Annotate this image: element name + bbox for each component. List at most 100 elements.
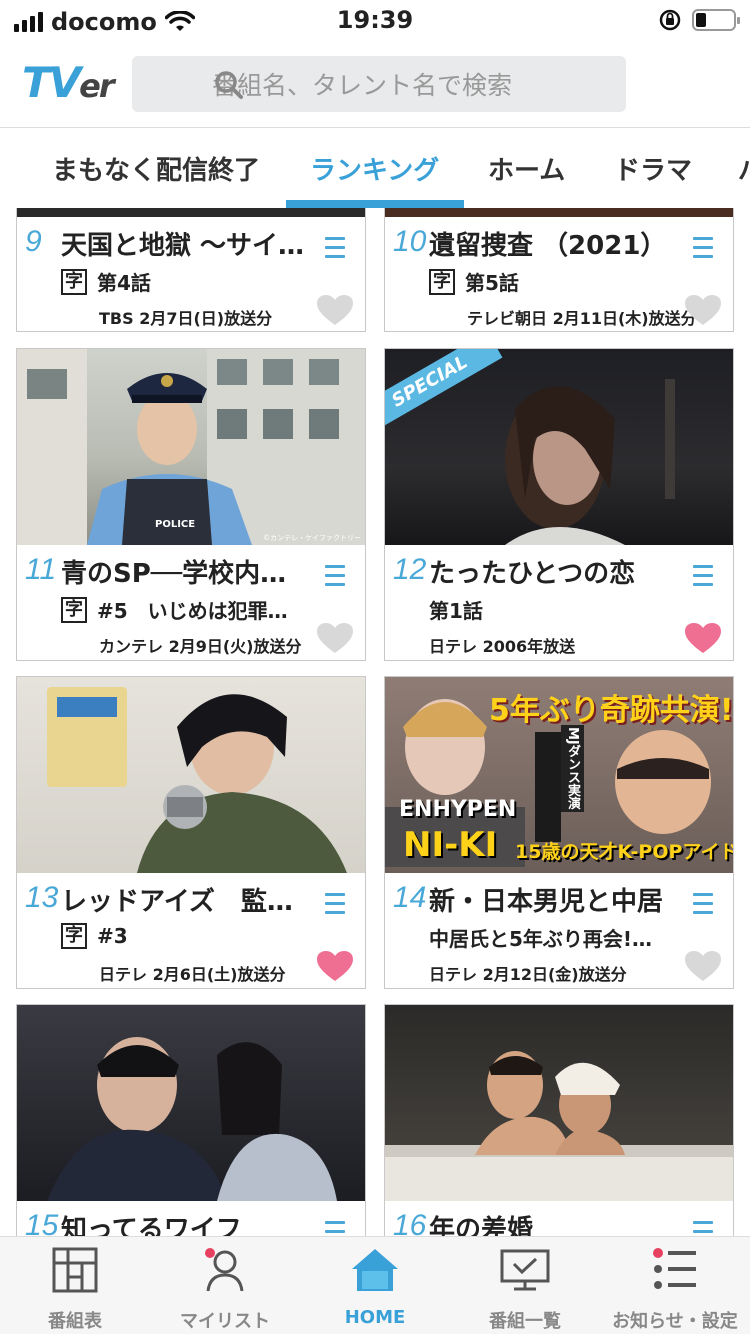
rank-number: 12	[393, 553, 427, 586]
tver-logo[interactable]: TVer	[22, 58, 115, 107]
program-info: 9 天国と地獄 〜サイ… 字第4話 TBS 2月7日(日)放送分	[17, 217, 365, 333]
menu-icon[interactable]	[693, 237, 713, 264]
program-thumbnail[interactable]	[385, 1005, 733, 1201]
tab-drama[interactable]: ドラマ	[614, 150, 692, 187]
program-thumbnail[interactable]: 5年ぶり奇跡共演! ENHYPEN NI-KI 15歳の天才K-POPアイドル …	[385, 677, 733, 873]
program-thumbnail[interactable]	[17, 1005, 365, 1201]
list-icon	[653, 1248, 696, 1289]
rank-number: 11	[25, 553, 57, 586]
menu-icon[interactable]	[325, 565, 345, 592]
thumb-caption: 15歳の天才K-POPアイドル	[515, 841, 733, 863]
home-icon	[352, 1249, 398, 1291]
thumb-artist-name: NI-KI	[403, 825, 498, 865]
tab-home[interactable]: ホーム	[488, 150, 565, 187]
favorite-heart-icon[interactable]	[317, 623, 353, 655]
tab-notifications-settings[interactable]: お知らせ・設定	[600, 1237, 750, 1335]
battery-icon	[692, 9, 740, 31]
category-tabs: まもなく配信終了 ランキング ホーム ドラマ バ	[0, 128, 750, 208]
thumb-group-name: ENHYPEN	[399, 797, 517, 822]
favorite-heart-icon[interactable]	[685, 623, 721, 655]
program-title[interactable]: たったひとつの恋	[429, 553, 689, 590]
thumb-headline: 5年ぶり奇跡共演!	[489, 693, 733, 728]
favorite-heart-icon[interactable]	[317, 951, 353, 983]
favorite-heart-icon[interactable]	[317, 295, 353, 327]
program-title[interactable]: 青のSP──学校内…	[61, 553, 311, 590]
episode-label: #3	[97, 924, 128, 948]
thumb-police-label: POLICE	[155, 519, 196, 530]
tab-ranking[interactable]: ランキング	[310, 150, 439, 187]
favorite-heart-icon[interactable]	[685, 951, 721, 983]
rank-number: 10	[393, 225, 427, 258]
program-card[interactable]: 10 遺留捜査 （2021） 字第5話 テレビ朝日 2月11日(木)放送分	[384, 208, 734, 332]
bottom-tab-bar: 番組表 マイリスト HOME 番組一覧 お知らせ・設定	[0, 1236, 750, 1334]
program-card[interactable]: 15 知ってるワイフ	[16, 1004, 366, 1236]
tab-variety[interactable]: バ	[738, 150, 750, 187]
program-info: 10 遺留捜査 （2021） 字第5話 テレビ朝日 2月11日(木)放送分	[385, 217, 733, 333]
episode-label: 中居氏と5年ぶり再会!…	[429, 927, 653, 951]
program-title[interactable]: 知ってるワイフ	[61, 1209, 311, 1236]
broadcast-info: カンテレ 2月9日(火)放送分	[99, 637, 302, 656]
subtitle-badge: 字	[61, 923, 87, 949]
menu-icon[interactable]	[693, 893, 713, 920]
program-info: 16 年の差婚	[385, 1201, 733, 1236]
tab-program-guide[interactable]: 番組表	[0, 1237, 150, 1335]
program-info: 14 新・日本男児と中居 中居氏と5年ぶり再会!… 日テレ 2月12日(金)放送…	[385, 873, 733, 989]
menu-icon[interactable]	[325, 237, 345, 264]
program-card[interactable]: 9 天国と地獄 〜サイ… 字第4話 TBS 2月7日(日)放送分	[16, 208, 366, 332]
program-thumbnail[interactable]	[385, 208, 733, 217]
menu-icon[interactable]	[325, 893, 345, 920]
program-title[interactable]: 遺留捜査 （2021）	[429, 225, 689, 262]
menu-icon[interactable]	[325, 1221, 345, 1236]
program-card[interactable]: 5年ぶり奇跡共演! ENHYPEN NI-KI 15歳の天才K-POPアイドル …	[384, 676, 734, 989]
program-thumbnail[interactable]	[17, 677, 365, 873]
tab-ending-soon[interactable]: まもなく配信終了	[52, 150, 260, 187]
rank-number: 9	[25, 225, 42, 258]
rank-number: 14	[393, 881, 427, 914]
program-title[interactable]: 天国と地獄 〜サイ…	[61, 225, 311, 262]
episode-label: #5 いじめは犯罪…	[97, 599, 288, 623]
active-tab-indicator	[286, 200, 464, 208]
broadcast-info: 日テレ 2月6日(土)放送分	[99, 965, 286, 984]
program-thumbnail[interactable]: POLICE ©カンテレ・ケイファクトリー	[17, 349, 365, 545]
episode-label: 第4話	[97, 271, 151, 295]
tab-label: HOME	[344, 1307, 406, 1328]
program-card[interactable]: POLICE ©カンテレ・ケイファクトリー 11 青のSP──学校内… 字 #5 …	[16, 348, 366, 661]
tab-label: 番組表	[48, 1311, 102, 1332]
ranking-feed[interactable]: 9 天国と地獄 〜サイ… 字第4話 TBS 2月7日(日)放送分 10 遺留捜査…	[0, 208, 750, 1236]
program-card[interactable]: SPECIAL 12 たったひとつの恋 第1話 日テレ 2006年放送	[384, 348, 734, 661]
tab-home-bottom[interactable]: HOME	[300, 1237, 450, 1335]
orientation-lock-icon	[659, 9, 681, 31]
thumb-tag: MJダンス実演	[561, 725, 584, 812]
program-info: 15 知ってるワイフ	[17, 1201, 365, 1236]
program-info: 11 青のSP──学校内… 字 #5 いじめは犯罪… カンテレ 2月9日(火)放送…	[17, 545, 365, 661]
program-title[interactable]: 年の差婚	[429, 1209, 689, 1236]
tab-program-list[interactable]: 番組一覧	[450, 1237, 600, 1335]
program-title[interactable]: レッドアイズ 監…	[61, 881, 311, 918]
menu-icon[interactable]	[693, 1221, 713, 1236]
search-input[interactable]: 番組名、タレント名で検索	[132, 56, 626, 112]
rank-number: 13	[25, 881, 59, 914]
grid-icon	[52, 1247, 98, 1293]
thumb-credit: ©カンテレ・ケイファクトリー	[263, 534, 361, 542]
program-info: 13 レッドアイズ 監… 字 #3 日テレ 2月6日(土)放送分	[17, 873, 365, 989]
search-placeholder: 番組名、タレント名で検索	[212, 71, 513, 100]
broadcast-info: 日テレ 2006年放送	[429, 637, 576, 656]
broadcast-info: 日テレ 2月12日(金)放送分	[429, 965, 627, 984]
program-card[interactable]: 13 レッドアイズ 監… 字 #3 日テレ 2月6日(土)放送分	[16, 676, 366, 989]
program-thumbnail[interactable]: SPECIAL	[385, 349, 733, 545]
program-info: 12 たったひとつの恋 第1話 日テレ 2006年放送	[385, 545, 733, 661]
tab-mylist[interactable]: マイリスト	[150, 1237, 300, 1335]
episode-label: 第5話	[465, 271, 519, 295]
clock: 19:39	[336, 6, 414, 34]
tab-label: 番組一覧	[489, 1311, 561, 1332]
menu-icon[interactable]	[693, 565, 713, 592]
program-thumbnail[interactable]	[17, 208, 365, 217]
tv-icon	[500, 1249, 550, 1291]
subtitle-badge: 字	[61, 268, 87, 295]
program-title[interactable]: 新・日本男児と中居	[429, 881, 689, 918]
subtitle-badge: 字	[429, 268, 455, 295]
person-icon	[205, 1248, 244, 1292]
favorite-heart-icon[interactable]	[685, 295, 721, 327]
program-card[interactable]: 16 年の差婚	[384, 1004, 734, 1236]
rank-number: 16	[393, 1209, 427, 1236]
